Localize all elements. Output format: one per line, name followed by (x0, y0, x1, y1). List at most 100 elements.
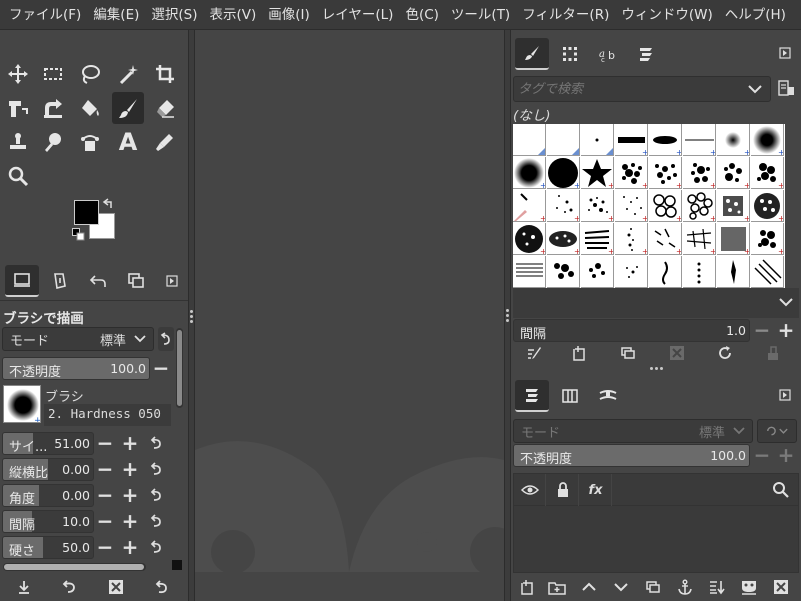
left-dock-divider[interactable] (188, 30, 195, 601)
menu-colors[interactable]: 色(C) (399, 0, 444, 30)
swap-colors-icon[interactable] (102, 198, 116, 212)
brush-cell[interactable]: + (717, 190, 750, 222)
brush-cell[interactable]: + (513, 190, 546, 222)
brush-cell[interactable]: + (683, 190, 716, 222)
tab-undo-history[interactable] (81, 265, 115, 297)
menu-help[interactable]: ヘルプ(H) (719, 0, 792, 30)
size-reset-button[interactable] (146, 432, 166, 454)
size-slider[interactable]: サイ... 51.00 (2, 432, 94, 455)
brush-cell[interactable]: + (683, 223, 716, 255)
eraser-tool-button[interactable] (149, 92, 181, 124)
tab-channels[interactable] (553, 380, 587, 412)
brush-spacing-decrease-button[interactable]: − (751, 318, 773, 342)
hardness-slider[interactable]: 硬さ 50.0 (2, 536, 94, 559)
layer-opacity-increase-button[interactable]: + (775, 443, 797, 467)
layer-mode-combo[interactable]: モード 標準 (513, 419, 753, 443)
tab-fonts[interactable]: abc (591, 38, 625, 70)
brush-cell[interactable]: + (547, 223, 580, 255)
menu-tools[interactable]: ツール(T) (445, 0, 516, 30)
effects-column[interactable]: fx (580, 474, 612, 506)
brush-cell[interactable]: + (513, 157, 546, 189)
brush-cell[interactable]: + (751, 157, 784, 189)
tag-search-combo[interactable] (513, 76, 771, 102)
brush-cell[interactable] (513, 124, 546, 156)
brush-cell[interactable]: + (751, 124, 784, 156)
tab-document-history[interactable] (629, 38, 663, 70)
size-decrease-button[interactable]: − (94, 431, 116, 455)
smudge-tool-button[interactable] (37, 126, 69, 158)
new-layer-button[interactable] (515, 575, 539, 599)
brush-cell[interactable]: + (615, 124, 648, 156)
warp-tool-button[interactable] (37, 92, 69, 124)
restore-options-button[interactable] (57, 575, 81, 599)
menu-layer[interactable]: レイヤー(L) (316, 0, 400, 30)
transform-tool-button[interactable] (2, 92, 34, 124)
brush-cell[interactable]: + (547, 157, 580, 189)
hardness-increase-button[interactable]: + (119, 535, 141, 559)
new-layer-group-button[interactable] (545, 575, 569, 599)
brush-spacing-slider[interactable]: 間隔 1.0 (513, 319, 750, 342)
brush-cell[interactable] (581, 256, 614, 288)
tab-paths[interactable] (591, 380, 625, 412)
visibility-column[interactable] (514, 474, 546, 506)
brush-cell[interactable]: + (717, 124, 750, 156)
brush-cell[interactable] (751, 256, 784, 288)
brush-cell[interactable] (615, 256, 648, 288)
foreground-color-swatch[interactable] (74, 200, 99, 225)
text-tool-button[interactable]: A (112, 126, 144, 158)
opacity-slider[interactable]: 不透明度 100.0 (2, 357, 150, 380)
brush-cell[interactable]: + (683, 157, 716, 189)
layer-opacity-slider[interactable]: 不透明度 100.0 (513, 444, 750, 467)
right-dock-divider[interactable] (504, 30, 511, 601)
dock-menu-button[interactable] (779, 47, 791, 59)
brush-cell[interactable] (717, 256, 750, 288)
delete-options-button[interactable] (104, 575, 128, 599)
layers-dock-menu-button[interactable] (779, 389, 791, 401)
color-picker-tool-button[interactable] (149, 126, 181, 158)
brush-cell[interactable] (513, 256, 546, 288)
angle-reset-button[interactable] (146, 484, 166, 506)
layer-opacity-decrease-button[interactable]: − (751, 443, 773, 467)
layer-mask-button[interactable] (737, 575, 761, 599)
angle-decrease-button[interactable]: − (94, 483, 116, 507)
default-colors-icon[interactable] (72, 228, 85, 241)
crop-tool-button[interactable] (149, 58, 181, 90)
refresh-brushes-button[interactable] (713, 341, 737, 365)
brush-cell[interactable]: + (581, 157, 614, 189)
angle-slider[interactable]: 角度 0.00 (2, 484, 94, 507)
layer-search-button[interactable] (772, 481, 790, 503)
brush-cell[interactable] (683, 256, 716, 288)
brush-cell[interactable]: + (581, 223, 614, 255)
delete-layer-button[interactable] (769, 575, 793, 599)
tag-search-input[interactable] (518, 80, 738, 98)
spacing-reset-button[interactable] (146, 510, 166, 532)
aspect-decrease-button[interactable]: − (94, 457, 116, 481)
spacing-increase-button[interactable]: + (119, 509, 141, 533)
anchor-layer-button[interactable] (673, 575, 697, 599)
duplicate-layer-button[interactable] (641, 575, 665, 599)
hardness-decrease-button[interactable]: − (94, 535, 116, 559)
size-increase-button[interactable]: + (119, 431, 141, 455)
brush-cell[interactable] (547, 124, 580, 156)
brush-cell[interactable] (649, 256, 682, 288)
opacity-decrease-button[interactable]: − (150, 356, 172, 380)
reset-options-button[interactable] (149, 575, 173, 599)
raise-layer-button[interactable] (577, 575, 601, 599)
chevron-down-icon[interactable] (779, 298, 793, 307)
brush-cell[interactable]: + (751, 223, 784, 255)
tab-images[interactable] (119, 265, 153, 297)
brush-spacing-increase-button[interactable]: + (775, 318, 797, 342)
aspect-reset-button[interactable] (146, 458, 166, 480)
brush-preview[interactable]: + (3, 385, 41, 423)
brush-cell[interactable]: + (717, 223, 750, 255)
move-tool-button[interactable] (2, 58, 34, 90)
tab-tool-options[interactable] (5, 265, 39, 297)
brush-cell[interactable]: + (751, 190, 784, 222)
tool-options-scrollbar[interactable] (176, 328, 183, 408)
merge-layer-button[interactable] (705, 575, 729, 599)
free-select-tool-button[interactable] (74, 58, 106, 90)
menu-edit[interactable]: 編集(E) (87, 0, 145, 30)
brush-cell[interactable]: + (615, 157, 648, 189)
brush-cell[interactable] (547, 256, 580, 288)
open-brush-as-image-button[interactable] (761, 341, 785, 365)
